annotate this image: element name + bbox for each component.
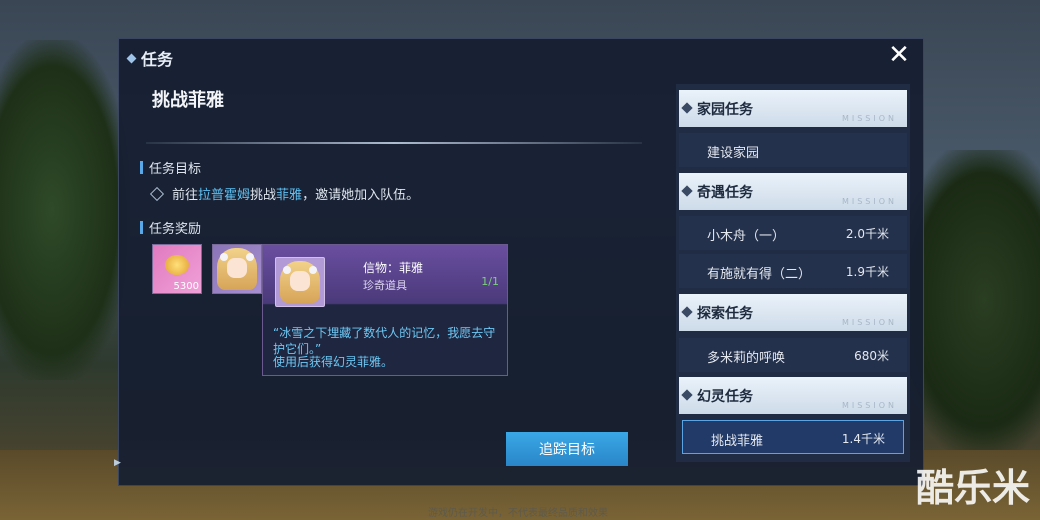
gold-coin-icon	[165, 255, 189, 275]
reward-quantity: 5300	[173, 281, 199, 292]
tooltip-rarity: 珍奇道具	[363, 279, 407, 292]
item-tooltip: 信物：菲雅 珍奇道具 1/1 “冰雪之下埋藏了数代人的记忆，我愿去守护它们。” …	[262, 244, 508, 376]
category-watermark: MISSION	[841, 114, 897, 123]
category-label: 家园任务	[697, 102, 753, 118]
quest-name: 小木舟（一）	[707, 229, 786, 244]
quest-distance: 2.0千米	[845, 227, 889, 241]
quest-item[interactable]: 有施就有得（二） 1.9千米	[679, 254, 907, 288]
window-title-label: 任务	[141, 50, 174, 69]
diamond-icon	[126, 53, 137, 63]
goal-header-label: 任务目标	[149, 162, 202, 177]
tooltip-item-name: 信物：菲雅	[363, 261, 424, 275]
background-tree-left	[0, 40, 130, 380]
category-home[interactable]: 家园任务 MISSION	[679, 90, 907, 127]
goal-bullet-icon	[149, 186, 165, 201]
quest-item-active[interactable]: 挑战菲雅 1.4千米	[682, 420, 904, 454]
task-title: 挑战菲雅	[152, 90, 224, 111]
quest-name: 多米莉的呼唤	[707, 351, 786, 366]
category-spirit[interactable]: 幻灵任务 MISSION	[679, 377, 907, 414]
character-portrait-icon	[213, 245, 261, 293]
goal-place: 拉普霍姆	[198, 188, 251, 203]
diamond-icon	[681, 185, 693, 197]
quest-item[interactable]: 建设家园	[679, 133, 907, 167]
diamond-icon	[681, 102, 693, 114]
footer-note: 游戏仍在开发中，不代表最终品质和效果	[428, 508, 608, 519]
task-goal: 前往拉普霍姆挑战菲雅，邀请她加入队伍。	[149, 184, 420, 203]
category-explore[interactable]: 探索任务 MISSION	[679, 294, 907, 331]
reward-character-token[interactable]	[212, 244, 262, 294]
tooltip-usage: 使用后获得幻灵菲雅。	[273, 355, 394, 369]
diamond-icon	[681, 389, 693, 401]
window-title: 任务	[126, 46, 174, 70]
category-watermark: MISSION	[841, 401, 897, 410]
quest-item[interactable]: 小木舟（一） 2.0千米	[679, 216, 907, 250]
quest-distance: 680米	[854, 349, 889, 363]
play-arrow-icon: ▶	[114, 458, 121, 468]
section-bar-icon	[140, 161, 143, 174]
quest-item[interactable]: 多米莉的呼唤 680米	[679, 338, 907, 372]
goal-target: 菲雅	[276, 188, 303, 203]
quest-name: 挑战菲雅	[711, 434, 764, 449]
quest-distance: 1.9千米	[845, 265, 889, 279]
reward-header-label: 任务奖励	[149, 222, 202, 237]
track-target-button[interactable]: 追踪目标	[506, 432, 628, 466]
reward-section-header: 任务奖励	[140, 218, 201, 237]
category-watermark: MISSION	[841, 318, 897, 327]
site-watermark: 酷乐米	[915, 466, 1030, 510]
goal-section-header: 任务目标	[140, 158, 201, 177]
divider	[146, 142, 642, 144]
category-label: 探索任务	[697, 306, 753, 322]
category-watermark: MISSION	[841, 197, 897, 206]
goal-text: 前往拉普霍姆挑战菲雅，邀请她加入队伍。	[172, 188, 420, 203]
category-encounter[interactable]: 奇遇任务 MISSION	[679, 173, 907, 210]
quest-name: 建设家园	[707, 146, 760, 161]
category-label: 幻灵任务	[697, 389, 753, 405]
tooltip-count: 1/1	[481, 275, 499, 288]
character-portrait-icon	[275, 257, 325, 307]
section-bar-icon	[140, 221, 143, 234]
quest-name: 有施就有得（二）	[707, 267, 812, 282]
diamond-icon	[681, 306, 693, 318]
category-label: 奇遇任务	[697, 185, 753, 201]
close-button[interactable]: ✕	[886, 42, 912, 68]
reward-gold[interactable]: 5300	[152, 244, 202, 294]
quest-distance: 1.4千米	[841, 432, 885, 446]
